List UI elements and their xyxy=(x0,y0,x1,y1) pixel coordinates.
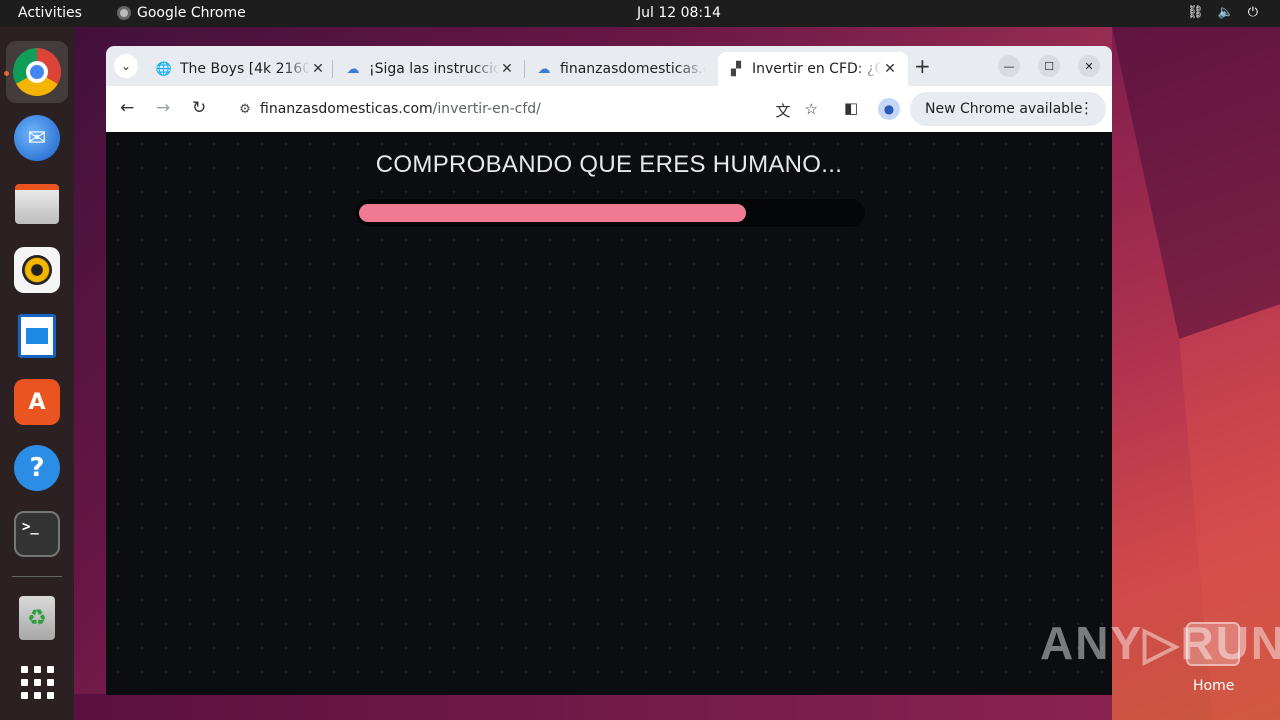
system-tray[interactable]: ⛓ 🔈 ⏻ xyxy=(1187,5,1258,20)
profile-avatar-icon[interactable]: ● xyxy=(878,98,900,120)
new-tab-button[interactable]: + xyxy=(914,54,931,78)
back-button[interactable]: ← xyxy=(120,98,134,118)
files-icon xyxy=(15,184,59,224)
browser-toolbar: ← → ↻ ⚙ finanzasdomesticas.com /invertir… xyxy=(106,86,1112,132)
dock-separator xyxy=(12,576,62,577)
arrow-right-icon: → xyxy=(156,98,171,118)
progress-bar xyxy=(354,198,866,228)
app-center-icon: A xyxy=(14,379,60,425)
libreoffice-writer-icon xyxy=(18,314,56,358)
chrome-icon xyxy=(13,48,61,96)
chrome-small-icon xyxy=(117,6,131,20)
tab-title: The Boys [4k 2160p] Temporada 4 xyxy=(180,61,310,77)
dock: ✉ A ? >_ ♻ xyxy=(0,27,74,720)
update-label: New Chrome available xyxy=(925,101,1083,117)
globe-icon: 🌐 xyxy=(155,61,173,77)
wallpaper-strip xyxy=(74,694,1112,720)
top-bar: Activities Google Chrome Jul 12 08:14 ⛓ … xyxy=(0,0,1280,27)
tab-instrucciones[interactable]: ☁ ¡Siga las instrucciones! ✕ xyxy=(335,52,525,86)
tab-separator xyxy=(332,60,333,78)
dock-chrome[interactable] xyxy=(6,41,68,103)
thunderbird-icon: ✉ xyxy=(14,115,60,161)
forward-button[interactable]: → xyxy=(156,98,170,118)
tab-strip: ⌄ 🌐 The Boys [4k 2160p] Temporada 4 ✕ ☁ … xyxy=(106,46,1112,86)
chrome-window: ⌄ 🌐 The Boys [4k 2160p] Temporada 4 ✕ ☁ … xyxy=(106,46,1112,695)
volume-icon[interactable]: 🔈 xyxy=(1218,5,1234,20)
progress-fill xyxy=(359,204,746,222)
tab-invertir-cfd[interactable]: ▞ Invertir en CFD: ¿Qué es? ✕ xyxy=(718,52,908,86)
close-icon: ✕ xyxy=(1084,59,1094,73)
app-name: Google Chrome xyxy=(137,5,246,21)
tab-title: Invertir en CFD: ¿Qué es? xyxy=(752,61,882,77)
activities-button[interactable]: Activities xyxy=(18,5,82,21)
bookmark-star-icon[interactable]: ☆ xyxy=(805,100,818,121)
close-icon[interactable]: ✕ xyxy=(310,61,326,77)
maximize-button[interactable]: ☐ xyxy=(1038,55,1060,77)
page-heading: COMPROBANDO QUE ERES HUMANO... xyxy=(375,151,843,178)
address-bar[interactable]: ⚙ finanzasdomesticas.com /invertir-en-cf… xyxy=(226,92,826,126)
more-menu-icon[interactable]: ⋮ xyxy=(1079,99,1094,117)
reload-icon: ↻ xyxy=(192,98,207,118)
tab-search-button[interactable]: ⌄ xyxy=(114,54,138,78)
terminal-icon: >_ xyxy=(14,511,60,557)
rhythmbox-icon xyxy=(14,247,60,293)
help-icon: ? xyxy=(14,445,60,491)
tab-finanzas[interactable]: ☁ finanzasdomesticas.com xyxy=(526,52,716,86)
dock-software[interactable]: A xyxy=(6,371,68,433)
tab-the-boys[interactable]: 🌐 The Boys [4k 2160p] Temporada 4 ✕ xyxy=(146,52,336,86)
dock-files[interactable] xyxy=(6,173,68,235)
update-chrome-button[interactable]: New Chrome available ⋮ xyxy=(910,92,1106,126)
translate-icon[interactable]: 文 xyxy=(776,100,791,121)
power-icon[interactable]: ⏻ xyxy=(1248,5,1258,20)
dock-trash[interactable]: ♻ xyxy=(6,587,68,649)
dock-show-apps[interactable] xyxy=(6,651,68,713)
site-info-icon[interactable]: ⚙ xyxy=(230,102,260,117)
site-icon: ▞ xyxy=(731,61,741,77)
maximize-icon: ☐ xyxy=(1044,59,1054,73)
tab-separator xyxy=(524,60,525,78)
side-panel-icon[interactable]: ◧ xyxy=(844,99,858,117)
dock-thunderbird[interactable]: ✉ xyxy=(6,107,68,169)
url-path: /invertir-en-cfd/ xyxy=(432,101,541,117)
tab-title: ¡Siga las instrucciones! xyxy=(369,61,499,77)
home-label[interactable]: Home xyxy=(1193,678,1234,694)
download-cloud-icon: ☁ xyxy=(346,61,360,77)
tab-title: finanzasdomesticas.com xyxy=(560,61,706,77)
page-content: COMPROBANDO QUE ERES HUMANO... xyxy=(106,132,1112,695)
network-icon[interactable]: ⛓ xyxy=(1187,5,1204,20)
arrow-left-icon: ← xyxy=(120,98,135,118)
show-apps-icon xyxy=(20,665,54,699)
minimize-icon: — xyxy=(1003,59,1015,73)
close-icon[interactable]: ✕ xyxy=(882,61,898,77)
dock-help[interactable]: ? xyxy=(6,437,68,499)
url-host: finanzasdomesticas.com xyxy=(260,101,433,117)
trash-icon: ♻ xyxy=(19,596,55,640)
close-window-button[interactable]: ✕ xyxy=(1078,55,1100,77)
dock-terminal[interactable]: >_ xyxy=(6,503,68,565)
anyrun-watermark: ANY▷RUN xyxy=(1040,617,1280,669)
minimize-button[interactable]: — xyxy=(998,55,1020,77)
dock-rhythmbox[interactable] xyxy=(6,239,68,301)
app-menu[interactable]: Google Chrome xyxy=(117,5,246,21)
chevron-down-icon: ⌄ xyxy=(120,59,132,73)
dock-writer[interactable] xyxy=(6,305,68,367)
home-folder-icon[interactable] xyxy=(1186,622,1240,666)
clock[interactable]: Jul 12 08:14 xyxy=(637,5,721,21)
reload-button[interactable]: ↻ xyxy=(192,98,206,118)
close-icon[interactable]: ✕ xyxy=(499,61,515,77)
download-cloud-icon: ☁ xyxy=(537,61,551,77)
